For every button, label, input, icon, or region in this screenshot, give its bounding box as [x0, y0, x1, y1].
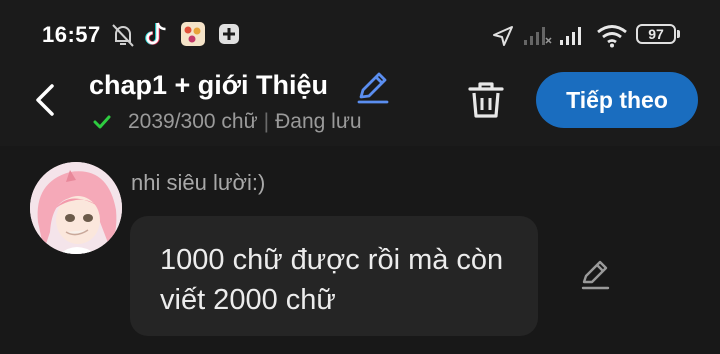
next-button-label: Tiếp theo	[566, 86, 668, 113]
avatar[interactable]	[30, 162, 122, 254]
next-button[interactable]: Tiếp theo	[536, 72, 698, 128]
avatar-image	[30, 162, 122, 254]
plus-badge-icon	[219, 24, 239, 44]
status-bar: 16:57 97	[0, 0, 720, 68]
comment-text: 1000 chữ được rồi mà còn viết 2000 chữ	[160, 244, 504, 316]
status-time: 16:57	[42, 22, 101, 47]
comment-bubble: 1000 chữ được rồi mà còn viết 2000 chữ	[130, 216, 538, 336]
separator: |	[263, 110, 270, 133]
word-count: 2039/300 chữ	[128, 110, 258, 133]
editor-header: chap1 + giới Thiệu 2039/300 chữ | Đang l…	[0, 68, 720, 146]
comment-area: nhi siêu lười:) 1000 chữ được rồi mà còn…	[0, 146, 720, 354]
bell-off-icon	[112, 24, 134, 47]
edit-title-pencil-icon[interactable]	[355, 71, 391, 105]
location-arrow-icon	[493, 26, 513, 46]
battery-icon: 97	[636, 24, 676, 44]
battery-level: 97	[648, 26, 664, 42]
tiktok-icon	[145, 22, 166, 45]
back-arrow-icon[interactable]	[28, 78, 68, 122]
wifi-icon	[597, 25, 627, 48]
check-icon	[93, 115, 111, 129]
edit-comment-pencil-icon[interactable]	[578, 258, 612, 292]
trash-icon[interactable]	[466, 80, 506, 120]
save-status: Đang lưu	[275, 110, 362, 133]
battery-tip	[677, 30, 680, 38]
save-status-row: 2039/300 chữ | Đang lưu	[92, 110, 362, 134]
signal-icon	[524, 27, 552, 45]
page-title: chap1 + giới Thiệu	[89, 70, 328, 100]
comment-username: nhi siêu lười:)	[131, 170, 266, 195]
signal-icon	[560, 27, 581, 45]
app-icon	[181, 22, 205, 46]
